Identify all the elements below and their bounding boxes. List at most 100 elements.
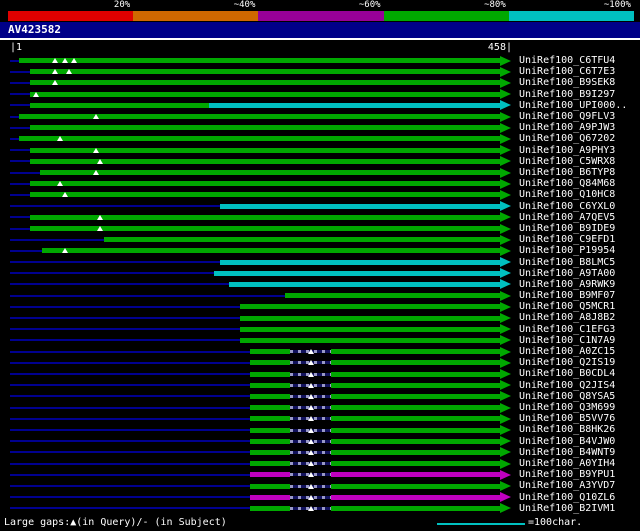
alignment-row[interactable]: UniRef100_B2IVM1 (0, 503, 640, 514)
alignment-row[interactable]: UniRef100_C6TFU4 (0, 55, 640, 66)
alignment-row[interactable]: UniRef100_C1EFG3 (0, 324, 640, 335)
hit-label[interactable]: UniRef100_B4VJW0 (519, 436, 615, 447)
alignment-row[interactable]: UniRef100_A0ZC15 (0, 346, 640, 357)
alignment-row[interactable]: UniRef100_Q84M68 (0, 178, 640, 189)
hit-label[interactable]: UniRef100_Q84M68 (519, 178, 615, 189)
alignment-row[interactable]: UniRef100_C6YXL0 (0, 201, 640, 212)
hit-label[interactable]: UniRef100_B4WNT9 (519, 447, 615, 458)
hit-label[interactable]: UniRef100_C6T7E3 (519, 66, 615, 77)
hit-label[interactable]: UniRef100_C1EFG3 (519, 324, 615, 335)
hit-label[interactable]: UniRef100_A9TA00 (519, 268, 615, 279)
query-gap-icon (307, 505, 314, 511)
alignment-row[interactable]: UniRef100_C9EFD1 (0, 234, 640, 245)
alignment-row[interactable]: UniRef100_B9MF07 (0, 290, 640, 301)
hit-label[interactable]: UniRef100_UPI000.. (519, 100, 627, 111)
hit-label[interactable]: UniRef100_A0ZC15 (519, 346, 615, 357)
hit-label[interactable]: UniRef100_Q3M699 (519, 402, 615, 413)
hit-arrow-icon (500, 212, 511, 223)
scale-labels-row: 20% ~40% ~60% ~80% ~100% (8, 0, 634, 21)
alignment-row[interactable]: UniRef100_A3YVD7 (0, 480, 640, 491)
footer-legend: Large gaps:▲(in Query)/- (in Subject) =1… (0, 514, 640, 531)
hit-label[interactable]: UniRef100_Q5MCR1 (519, 301, 615, 312)
hit-label[interactable]: UniRef100_Q2IS19 (519, 357, 615, 368)
hit-label[interactable]: UniRef100_Q8YSA5 (519, 391, 615, 402)
hit-arrow-icon (500, 223, 511, 234)
alignment-segment (39, 170, 500, 176)
alignment-row[interactable]: UniRef100_Q67202 (0, 133, 640, 144)
hit-label[interactable]: UniRef100_C1N7A9 (519, 335, 615, 346)
alignment-row[interactable]: UniRef100_C5WRX8 (0, 156, 640, 167)
alignment-row[interactable]: UniRef100_Q10HC8 (0, 189, 640, 200)
alignment-segment (330, 382, 500, 388)
hit-arrow-icon (500, 313, 511, 324)
hit-label[interactable]: UniRef100_B9MF07 (519, 290, 615, 301)
alignment-row[interactable]: UniRef100_A9TA00 (0, 268, 640, 279)
hit-label[interactable]: UniRef100_Q9FLV3 (519, 111, 615, 122)
hit-label[interactable]: UniRef100_C9EFD1 (519, 234, 615, 245)
alignment-row[interactable]: UniRef100_B4WNT9 (0, 447, 640, 458)
alignment-row[interactable]: UniRef100_B9SEK8 (0, 77, 640, 88)
alignment-row[interactable]: UniRef100_Q3M699 (0, 402, 640, 413)
alignment-row[interactable]: UniRef100_C1N7A9 (0, 335, 640, 346)
hit-label[interactable]: UniRef100_B5VV76 (519, 413, 615, 424)
alignment-row[interactable]: UniRef100_UPI000.. (0, 100, 640, 111)
alignment-row[interactable]: UniRef100_Q10ZL6 (0, 492, 640, 503)
hit-label[interactable]: UniRef100_A9PJW3 (519, 122, 615, 133)
alignment-segment (240, 337, 500, 343)
alignment-row[interactable]: UniRef100_Q2IS19 (0, 357, 640, 368)
alignment-row[interactable]: UniRef100_B8HK26 (0, 424, 640, 435)
alignment-row[interactable]: UniRef100_Q5MCR1 (0, 301, 640, 312)
alignment-segment (30, 181, 500, 187)
hit-label[interactable]: UniRef100_A0YIH4 (519, 458, 615, 469)
query-gap-icon (57, 136, 64, 142)
hit-label[interactable]: UniRef100_B0CDL4 (519, 368, 615, 379)
alignment-row[interactable]: UniRef100_B9I297 (0, 89, 640, 100)
hit-label[interactable]: UniRef100_B9YPU1 (519, 469, 615, 480)
alignment-row[interactable]: UniRef100_A8J8B2 (0, 312, 640, 323)
alignment-segment (330, 483, 500, 489)
alignment-row[interactable]: UniRef100_P19954 (0, 245, 640, 256)
hit-label[interactable]: UniRef100_A9PHY3 (519, 145, 615, 156)
alignment-row[interactable]: UniRef100_Q8YSA5 (0, 391, 640, 402)
alignment-row[interactable]: UniRef100_A9PJW3 (0, 122, 640, 133)
alignment-row[interactable]: UniRef100_B4VJW0 (0, 436, 640, 447)
alignment-row[interactable]: UniRef100_B9YPU1 (0, 469, 640, 480)
alignment-row[interactable]: UniRef100_B9IDE9 (0, 223, 640, 234)
hit-label[interactable]: UniRef100_B9I297 (519, 89, 615, 100)
alignment-row[interactable]: UniRef100_B0CDL4 (0, 368, 640, 379)
alignment-row[interactable]: UniRef100_Q2JIS4 (0, 380, 640, 391)
hit-label[interactable]: UniRef100_A9RWK9 (519, 279, 615, 290)
hit-label[interactable]: UniRef100_Q10HC8 (519, 189, 615, 200)
scale-label-40: ~40% (233, 0, 256, 10)
hit-label[interactable]: UniRef100_Q10ZL6 (519, 492, 615, 503)
alignment-segment (249, 382, 291, 388)
hit-label[interactable]: UniRef100_B9IDE9 (519, 223, 615, 234)
hit-label[interactable]: UniRef100_B6TYP8 (519, 167, 615, 178)
hit-arrow-icon (500, 357, 511, 368)
hit-arrow-icon (500, 346, 511, 357)
hit-label[interactable]: UniRef100_A3YVD7 (519, 480, 615, 491)
alignment-row[interactable]: UniRef100_A9PHY3 (0, 145, 640, 156)
hit-label[interactable]: UniRef100_C6YXL0 (519, 201, 615, 212)
alignment-row[interactable]: UniRef100_B6TYP8 (0, 167, 640, 178)
alignment-segment (240, 315, 500, 321)
alignment-row[interactable]: UniRef100_B5VV76 (0, 413, 640, 424)
hit-label[interactable]: UniRef100_A7QEV5 (519, 212, 615, 223)
hit-arrow-icon (500, 469, 511, 480)
hit-label[interactable]: UniRef100_A8J8B2 (519, 312, 615, 323)
alignment-row[interactable]: UniRef100_A9RWK9 (0, 279, 640, 290)
alignment-row[interactable]: UniRef100_A7QEV5 (0, 212, 640, 223)
alignment-row[interactable]: UniRef100_A0YIH4 (0, 458, 640, 469)
hit-label[interactable]: UniRef100_B2IVM1 (519, 503, 615, 514)
alignment-row[interactable]: UniRef100_B8LMC5 (0, 257, 640, 268)
alignment-row[interactable]: UniRef100_C6T7E3 (0, 66, 640, 77)
hit-label[interactable]: UniRef100_Q67202 (519, 133, 615, 144)
hit-label[interactable]: UniRef100_Q2JIS4 (519, 380, 615, 391)
hit-label[interactable]: UniRef100_B9SEK8 (519, 77, 615, 88)
hit-label[interactable]: UniRef100_C5WRX8 (519, 156, 615, 167)
hit-label[interactable]: UniRef100_B8LMC5 (519, 257, 615, 268)
hit-label[interactable]: UniRef100_B8HK26 (519, 424, 615, 435)
hit-label[interactable]: UniRef100_P19954 (519, 245, 615, 256)
hit-label[interactable]: UniRef100_C6TFU4 (519, 55, 615, 66)
alignment-row[interactable]: UniRef100_Q9FLV3 (0, 111, 640, 122)
